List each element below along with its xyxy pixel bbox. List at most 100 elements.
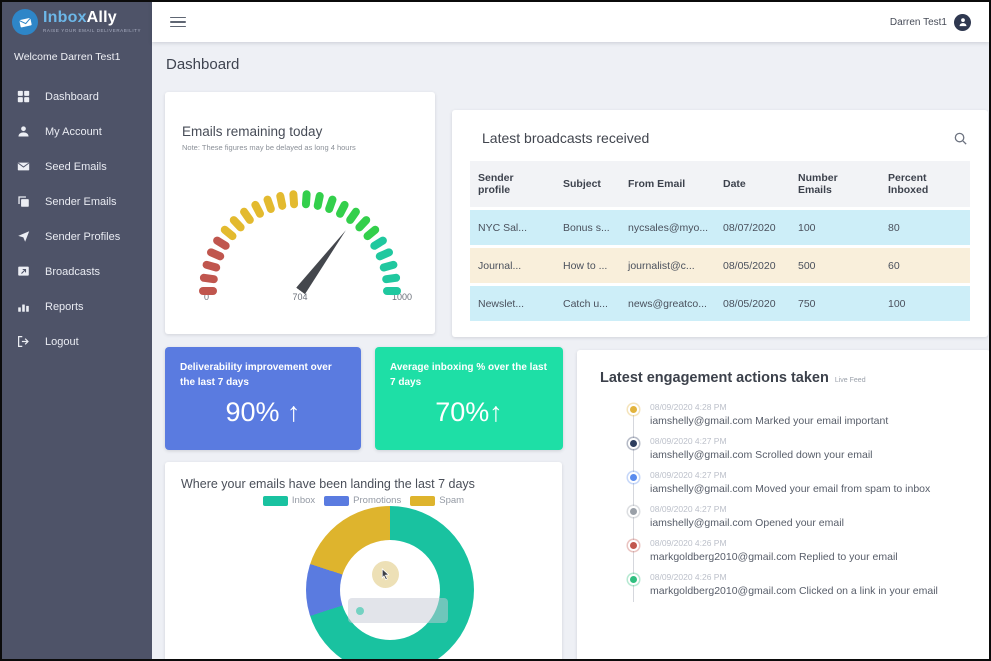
table-cell: 80 [880, 210, 970, 245]
feed-item: 08/09/2020 4:27 PM iamshelly@gmail.com Mo… [608, 470, 970, 495]
feed-dot [630, 576, 637, 583]
dashboard-icon [16, 89, 31, 104]
feed-item: 08/09/2020 4:28 PM iamshelly@gmail.com Ma… [608, 402, 970, 427]
sidebar-item-broadcasts[interactable]: Broadcasts [2, 254, 152, 289]
welcome-text: Welcome Darren Test1 [2, 39, 152, 73]
sidebar-item-label: Broadcasts [45, 266, 100, 278]
legend-swatch [263, 496, 288, 506]
broadcasts-title: Latest broadcasts received [482, 130, 649, 146]
feed-timestamp: 08/09/2020 4:27 PM [650, 436, 873, 446]
feed-dot [630, 406, 637, 413]
legend-item: Promotions [324, 495, 401, 506]
sidebar-item-reports[interactable]: Reports [2, 289, 152, 324]
logout-icon [16, 334, 31, 349]
brand-tagline: RAISE YOUR EMAIL DELIVERABILITY [43, 28, 141, 33]
gauge-needle [296, 227, 350, 294]
sidebar-item-my-account[interactable]: My Account [2, 114, 152, 149]
table-cell: Journal... [470, 248, 555, 283]
legend-item: Spam [410, 495, 464, 506]
feed-timestamp: 08/09/2020 4:27 PM [650, 470, 930, 480]
sidebar-item-dashboard[interactable]: Dashboard [2, 79, 152, 114]
avg-inboxing-stat-card: Average inboxing % over the last 7 days … [375, 347, 563, 450]
stat-value: 90% ↑ [180, 397, 346, 428]
column-header: From Email [620, 161, 715, 207]
main-area: Darren Test1 Dashboard Emails remaining … [152, 2, 989, 659]
latest-broadcasts-card: Latest broadcasts received Sender profil… [452, 110, 988, 337]
table-cell: Bonus s... [555, 210, 620, 245]
table-cell: Newslet... [470, 286, 555, 321]
sidebar-item-label: Dashboard [45, 91, 99, 103]
gauge-tick [199, 287, 217, 295]
live-feed-label: Live Feed [835, 377, 866, 384]
donut-title: Where your emails have been landing the … [181, 477, 562, 491]
sidebar-item-seed-emails[interactable]: Seed Emails [2, 149, 152, 184]
feed-item: 08/09/2020 4:26 PMmarkgoldberg2010@gmail… [608, 538, 970, 563]
report-icon [16, 299, 31, 314]
sidebar-item-label: Logout [45, 336, 79, 348]
feed-text: iamshelly@gmail.com Opened your email [650, 517, 844, 529]
column-header: Percent Inboxed [880, 161, 970, 207]
table-cell: 08/07/2020 [715, 210, 790, 245]
feed-timestamp: 08/09/2020 4:26 PM [650, 538, 898, 548]
sidebar-item-label: My Account [45, 126, 102, 138]
legend-label: Promotions [353, 495, 401, 506]
gauge-title: Emails remaining today [182, 124, 435, 139]
table-header-row: Sender profileSubjectFrom EmailDateNumbe… [470, 161, 970, 207]
app-window: InboxAlly RAISE YOUR EMAIL DELIVERABILIT… [0, 0, 991, 661]
table-cell: How to ... [555, 248, 620, 283]
feed-item: 08/09/2020 4:27 PM iamshelly@gmail.com Op… [608, 504, 970, 529]
sidebar-item-label: Sender Profiles [45, 231, 120, 243]
gauge-tick [383, 287, 401, 295]
table-cell: nycsales@myo... [620, 210, 715, 245]
table-row[interactable]: NYC Sal...Bonus s...nycsales@myo...08/07… [470, 210, 970, 245]
sidebar-item-sender-emails[interactable]: Sender Emails [2, 184, 152, 219]
broadcasts-table: Sender profileSubjectFrom EmailDateNumbe… [470, 158, 970, 324]
gauge-tick [379, 260, 398, 273]
mouse-cursor [372, 561, 399, 588]
table-row[interactable]: Journal...How to ...journalist@c...08/05… [470, 248, 970, 283]
gauge-tick [375, 247, 395, 262]
gauge-tick [382, 273, 401, 283]
sidebar: InboxAlly RAISE YOUR EMAIL DELIVERABILIT… [2, 2, 152, 659]
user-menu[interactable]: Darren Test1 [890, 14, 971, 31]
sidebar-item-label: Reports [45, 301, 84, 313]
gauge-tick [199, 273, 218, 283]
legend-item: Inbox [263, 495, 315, 506]
send-icon [16, 229, 31, 244]
column-header: Sender profile [470, 161, 555, 207]
feed-text: iamshelly@gmail.com Moved your email fro… [650, 483, 930, 495]
deliverability-stat-card: Deliverability improvement over the last… [165, 347, 361, 450]
user-name: Darren Test1 [890, 17, 947, 28]
feed-timestamp: 08/09/2020 4:27 PM [650, 504, 844, 514]
gauge-tick [289, 190, 298, 209]
feed-text: iamshelly@gmail.com Marked your email im… [650, 415, 888, 427]
copy-icon [16, 194, 31, 209]
table-row[interactable]: Newslet...Catch u...news@greatco...08/05… [470, 286, 970, 321]
table-cell: Catch u... [555, 286, 620, 321]
hamburger-menu-icon[interactable] [170, 17, 186, 28]
table-cell: 100 [790, 210, 880, 245]
feed-text: iamshelly@gmail.com Scrolled down your e… [650, 449, 873, 461]
sidebar-item-label: Sender Emails [45, 196, 117, 208]
email-landing-card: Where your emails have been landing the … [165, 462, 562, 661]
brand-name: InboxAlly [43, 9, 141, 27]
emails-remaining-card: Emails remaining today Note: These figur… [165, 92, 435, 334]
topbar: Darren Test1 [152, 2, 989, 42]
engagement-title: Latest engagement actions taken [600, 370, 829, 386]
gauge-tick [202, 260, 221, 273]
logo[interactable]: InboxAlly RAISE YOUR EMAIL DELIVERABILIT… [2, 2, 152, 39]
logo-envelope-icon [12, 9, 38, 35]
feed-timestamp: 08/09/2020 4:28 PM [650, 402, 888, 412]
avatar [954, 14, 971, 31]
page-title: Dashboard [166, 56, 239, 73]
emails-gauge: 0 704 1000 [180, 166, 420, 308]
feed-dot [630, 508, 637, 515]
table-cell: 60 [880, 248, 970, 283]
feed-item: 08/09/2020 4:26 PMmarkgoldberg2010@gmail… [608, 572, 970, 597]
gauge-tick [276, 191, 287, 210]
search-icon[interactable] [953, 131, 968, 146]
table-cell: 750 [790, 286, 880, 321]
sidebar-item-logout[interactable]: Logout [2, 324, 152, 359]
sidebar-item-sender-profiles[interactable]: Sender Profiles [2, 219, 152, 254]
sidebar-item-label: Seed Emails [45, 161, 107, 173]
